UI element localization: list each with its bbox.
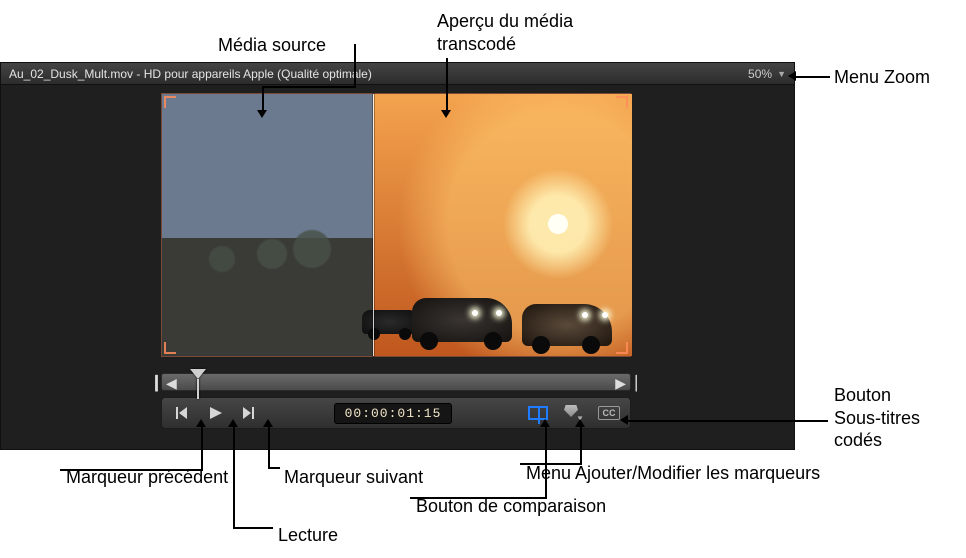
- next-marker-icon: [241, 405, 257, 421]
- crop-corner: [616, 96, 628, 108]
- play-button[interactable]: [206, 404, 224, 422]
- leader: [580, 427, 582, 463]
- previous-marker-icon: [173, 405, 189, 421]
- window-title: Au_02_Dusk_Mult.mov - HD pour appareils …: [9, 67, 372, 81]
- arrowhead: [788, 71, 796, 81]
- callout-media-source: Média source: [218, 34, 326, 57]
- leader: [354, 44, 356, 86]
- arrowhead: [441, 110, 451, 118]
- leader: [201, 427, 203, 469]
- compare-button[interactable]: [528, 406, 548, 420]
- arrowhead: [196, 419, 206, 427]
- timeline-track[interactable]: ▎◀ ▶▕: [161, 373, 631, 391]
- callout-next-marker: Marqueur suivant: [284, 466, 423, 489]
- leader: [520, 463, 582, 465]
- callout-playback: Lecture: [278, 524, 338, 547]
- leader: [60, 469, 203, 471]
- leader: [233, 527, 273, 529]
- titlebar: Au_02_Dusk_Mult.mov - HD pour appareils …: [1, 63, 794, 85]
- goto-start-icon[interactable]: ▎◀: [160, 372, 172, 394]
- decorative-light: [582, 312, 588, 318]
- decorative-car: [362, 310, 417, 334]
- decorative-light: [496, 310, 502, 316]
- leader: [796, 76, 830, 78]
- leader: [628, 420, 828, 422]
- decorative-car: [412, 298, 512, 342]
- leader: [268, 427, 270, 467]
- crop-corner: [164, 96, 176, 108]
- leader: [262, 86, 264, 110]
- preview-window: Au_02_Dusk_Mult.mov - HD pour appareils …: [0, 62, 795, 450]
- callout-text-line: codés: [834, 430, 882, 450]
- play-icon: [207, 405, 223, 421]
- zoom-menu[interactable]: 50% ▼: [748, 63, 786, 85]
- callout-zoom-menu: Menu Zoom: [834, 66, 930, 89]
- arrowhead: [575, 419, 585, 427]
- callout-text-line: transcodé: [437, 34, 516, 54]
- callout-marker-menu: Menu Ajouter/Modifier les marqueurs: [526, 462, 820, 485]
- crop-corner: [616, 342, 628, 354]
- viewer[interactable]: [161, 93, 631, 357]
- arrowhead: [263, 419, 273, 427]
- arrowhead: [540, 419, 550, 427]
- playhead[interactable]: [190, 369, 206, 379]
- decorative-light: [472, 310, 478, 316]
- leader: [410, 497, 547, 499]
- arrowhead: [620, 415, 628, 425]
- compare-split-line[interactable]: [373, 94, 374, 356]
- next-marker-button[interactable]: [240, 404, 258, 422]
- zoom-value: 50%: [748, 67, 772, 81]
- leader: [233, 427, 235, 527]
- callout-text-line: Aperçu du média: [437, 11, 573, 31]
- leader: [545, 427, 547, 497]
- previous-marker-button[interactable]: [172, 404, 190, 422]
- callout-cc-button: Bouton Sous-titres codés: [834, 384, 964, 452]
- source-media-pane: [162, 94, 373, 356]
- decorative-car: [522, 304, 612, 346]
- leader: [446, 58, 448, 110]
- chevron-down-icon: ▼: [777, 69, 786, 79]
- leader: [268, 467, 280, 469]
- arrowhead: [257, 110, 267, 118]
- timecode-display[interactable]: 00:00:01:15: [334, 403, 453, 424]
- closed-caption-icon: CC: [603, 408, 616, 418]
- closed-caption-button[interactable]: CC: [598, 406, 620, 420]
- leader: [264, 86, 356, 88]
- arrowhead: [228, 419, 238, 427]
- crop-corner: [164, 342, 176, 354]
- callout-text-line: Sous-titres: [834, 408, 920, 428]
- decorative-light: [602, 312, 608, 318]
- callout-text-line: Bouton: [834, 385, 891, 405]
- goto-end-icon[interactable]: ▶▕: [620, 372, 632, 394]
- callout-transcoded-preview: Aperçu du média transcodé: [437, 10, 637, 55]
